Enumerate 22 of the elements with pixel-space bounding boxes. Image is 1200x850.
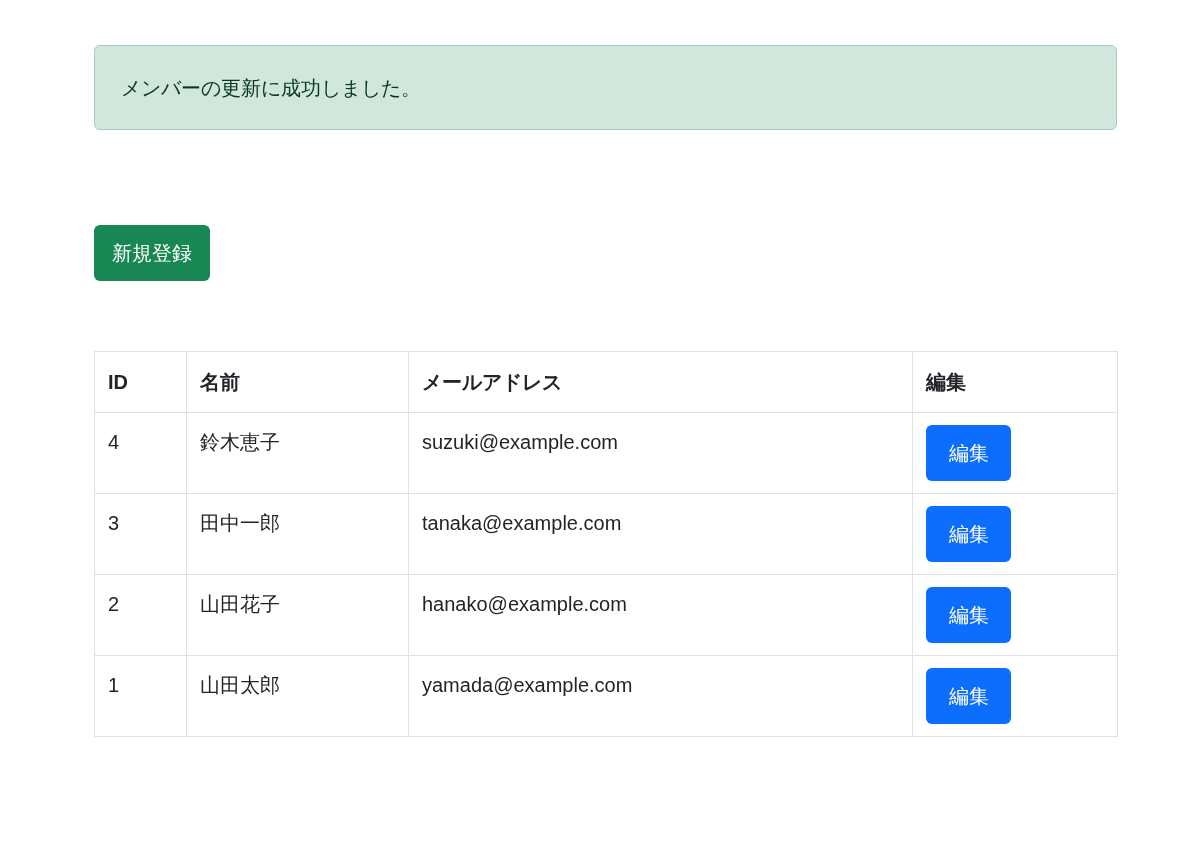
table-cell: yamada@example.com	[408, 655, 913, 737]
table-cell: 1	[94, 655, 187, 737]
new-registration-button[interactable]: 新規登録	[94, 225, 210, 281]
table-cell: 3	[94, 493, 187, 575]
column-header: 名前	[186, 351, 409, 413]
table-cell: 4	[94, 412, 187, 494]
success-alert: メンバーの更新に成功しました。	[94, 45, 1117, 130]
table-cell: suzuki@example.com	[408, 412, 913, 494]
column-header: 編集	[912, 351, 1118, 413]
edit-button[interactable]: 編集	[926, 587, 1011, 643]
edit-button[interactable]: 編集	[926, 668, 1011, 724]
edit-button[interactable]: 編集	[926, 506, 1011, 562]
table-cell: tanaka@example.com	[408, 493, 913, 575]
table-cell: 田中一郎	[186, 493, 409, 575]
table-cell: 山田太郎	[186, 655, 409, 737]
table-cell: 2	[94, 574, 187, 656]
column-header: メールアドレス	[408, 351, 913, 413]
table-cell: 山田花子	[186, 574, 409, 656]
table-cell: hanako@example.com	[408, 574, 913, 656]
table-cell: 鈴木恵子	[186, 412, 409, 494]
column-header: ID	[94, 351, 187, 413]
edit-button[interactable]: 編集	[926, 425, 1011, 481]
